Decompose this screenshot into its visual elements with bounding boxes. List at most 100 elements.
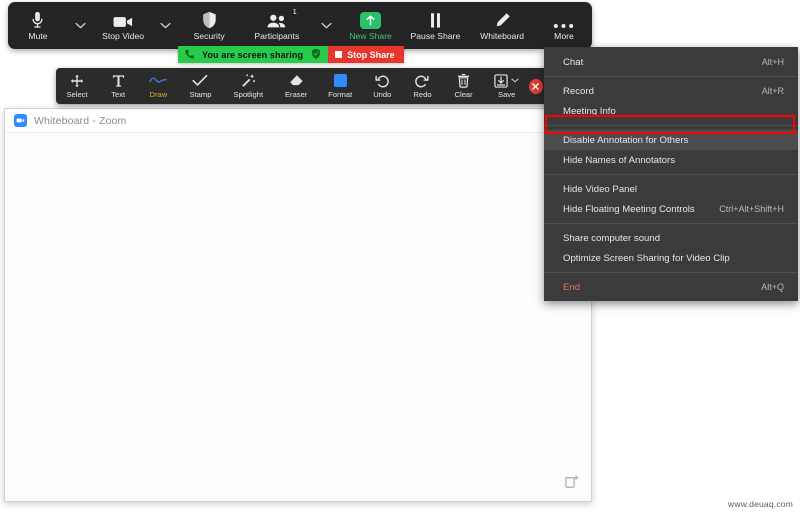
stop-video-button[interactable]: Stop Video: [93, 2, 153, 49]
security-label: Security: [193, 31, 225, 42]
menu-item-shortcut: Ctrl+Alt+Shift+H: [719, 204, 784, 214]
watermark-text: www.deuaq.com: [728, 499, 793, 509]
close-x-icon[interactable]: [528, 78, 544, 94]
annotation-tool-select[interactable]: Select: [56, 74, 98, 99]
menu-item-end[interactable]: End Alt+Q: [544, 277, 798, 297]
eraser-icon: [289, 74, 304, 88]
annotation-tool-select-label: Select: [66, 89, 88, 99]
annotation-tool-spotlight-label: Spotlight: [233, 89, 264, 99]
menu-separator: [544, 174, 798, 175]
add-page-icon[interactable]: [563, 473, 581, 491]
menu-item-label: Chat: [563, 56, 584, 68]
checkmark-icon: [192, 74, 208, 88]
annotation-tool-eraser[interactable]: Eraser: [274, 74, 318, 99]
annotation-redo-label: Redo: [413, 89, 432, 99]
menu-item-disable-annotation-for-others[interactable]: Disable Annotation for Others: [544, 130, 798, 150]
menu-item-label: Optimize Screen Sharing for Video Clip: [563, 252, 730, 264]
menu-item-label: Hide Video Panel: [563, 183, 637, 195]
annotation-tool-format-label: Format: [328, 89, 353, 99]
menu-item-record[interactable]: Record Alt+R: [544, 81, 798, 101]
stop-share-button[interactable]: Stop Share: [328, 46, 404, 63]
menu-item-hide-names-of-annotators[interactable]: Hide Names of Annotators: [544, 150, 798, 170]
menu-item-label: Hide Floating Meeting Controls: [563, 203, 695, 215]
whiteboard-label: Whiteboard: [480, 31, 525, 42]
annotation-redo-button[interactable]: Redo: [402, 74, 442, 99]
annotation-tool-stamp-label: Stamp: [189, 89, 212, 99]
menu-item-shortcut: Alt+Q: [761, 282, 784, 292]
more-button[interactable]: More: [536, 2, 592, 49]
move-arrows-icon: [70, 74, 84, 88]
participants-count-badge: 1: [292, 7, 297, 17]
trash-icon: [457, 73, 470, 88]
mute-options-chevron-down-icon[interactable]: [68, 2, 93, 49]
menu-item-share-computer-sound[interactable]: Share computer sound: [544, 228, 798, 248]
microphone-icon: [31, 10, 44, 29]
annotation-tool-eraser-label: Eraser: [284, 89, 308, 99]
annotation-save-button[interactable]: Save: [485, 73, 529, 99]
menu-item-optimize-screen-sharing-for-video-clip[interactable]: Optimize Screen Sharing for Video Clip: [544, 248, 798, 268]
whiteboard-button[interactable]: Whiteboard: [468, 2, 536, 49]
mute-button[interactable]: Mute: [8, 2, 68, 49]
save-options-chevron-down-icon[interactable]: [511, 78, 519, 83]
menu-item-shortcut: Alt+R: [761, 86, 784, 96]
screen-sharing-status-bar: You are screen sharing Stop Share: [178, 46, 404, 63]
zoom-screen-share-screenshot: Whiteboard - Zoom Mute Stop Video Securi…: [0, 0, 800, 513]
whiteboard-title-text: Whiteboard - Zoom: [34, 114, 127, 127]
undo-arrow-icon: [375, 74, 390, 88]
annotation-tool-draw[interactable]: Draw: [138, 74, 178, 99]
annotation-undo-label: Undo: [373, 89, 392, 99]
menu-item-chat[interactable]: Chat Alt+H: [544, 52, 798, 72]
sharing-status-group: You are screen sharing: [178, 46, 329, 63]
annotation-tool-text[interactable]: Text: [98, 74, 138, 99]
menu-item-label: End: [563, 281, 581, 293]
menu-item-meeting-info[interactable]: Meeting Info: [544, 101, 798, 121]
text-t-icon: [112, 74, 125, 88]
save-download-icon: [494, 73, 519, 88]
color-swatch-icon: [333, 74, 347, 88]
video-options-chevron-down-icon[interactable]: [153, 2, 178, 49]
new-share-label: New Share: [349, 31, 392, 42]
security-button[interactable]: Security: [178, 2, 240, 49]
annotation-tool-stamp[interactable]: Stamp: [178, 74, 222, 99]
menu-separator: [544, 223, 798, 224]
more-options-menu: Chat Alt+H Record Alt+R Meeting Info Dis…: [544, 47, 798, 301]
annotation-clear-label: Clear: [454, 89, 473, 99]
pause-share-label: Pause Share: [410, 31, 461, 42]
menu-item-hide-video-panel[interactable]: Hide Video Panel: [544, 179, 798, 199]
annotation-tool-format[interactable]: Format: [318, 74, 362, 99]
participants-icon: 1: [266, 8, 297, 29]
menu-item-hide-floating-meeting-controls[interactable]: Hide Floating Meeting Controls Ctrl+Alt+…: [544, 199, 798, 219]
stop-square-icon: [335, 51, 343, 58]
pause-share-button[interactable]: Pause Share: [403, 2, 469, 49]
redo-arrow-icon: [415, 74, 430, 88]
menu-item-label: Hide Names of Annotators: [563, 154, 675, 166]
annotation-clear-button[interactable]: Clear: [443, 73, 485, 99]
menu-item-shortcut: Alt+H: [761, 57, 784, 67]
menu-item-label: Share computer sound: [563, 232, 661, 244]
participants-options-chevron-down-icon[interactable]: [314, 2, 339, 49]
annotation-save-label: Save: [498, 89, 516, 99]
menu-item-label: Record: [563, 85, 594, 97]
whiteboard-titlebar: Whiteboard - Zoom: [5, 109, 591, 133]
menu-item-label: Meeting Info: [563, 105, 616, 117]
zoom-camera-icon: [14, 114, 27, 127]
menu-separator: [544, 125, 798, 126]
pause-icon: [429, 10, 442, 29]
menu-separator: [544, 272, 798, 273]
annotation-tool-text-label: Text: [111, 89, 126, 99]
spotlight-wand-icon: [241, 74, 256, 88]
annotation-toolbar: Select Text Draw Stamp Spotlight Eraser …: [56, 68, 552, 104]
annotation-tool-spotlight[interactable]: Spotlight: [222, 74, 274, 99]
mute-label: Mute: [28, 31, 48, 42]
annotation-tool-draw-label: Draw: [149, 89, 168, 99]
phone-icon: [185, 49, 194, 61]
shield-icon[interactable]: [311, 48, 321, 61]
whiteboard-canvas[interactable]: [5, 133, 591, 501]
squiggle-icon: [149, 74, 168, 88]
participants-button[interactable]: 1 Participants: [240, 2, 313, 49]
menu-separator: [544, 76, 798, 77]
pencil-icon: [494, 10, 511, 29]
shield-icon: [202, 10, 217, 29]
new-share-button[interactable]: New Share: [339, 2, 403, 49]
annotation-undo-button[interactable]: Undo: [362, 74, 402, 99]
